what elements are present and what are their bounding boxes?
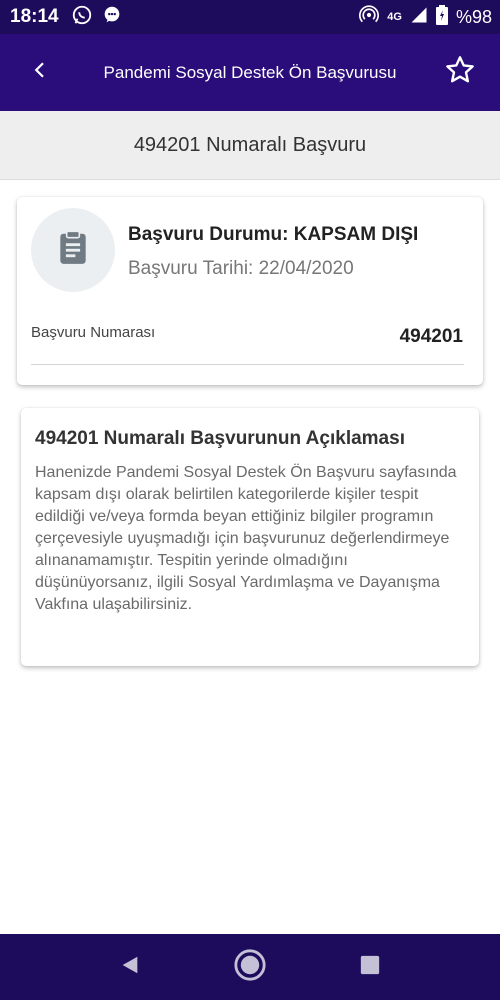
network-type: 4G (387, 11, 402, 23)
whatsapp-icon (71, 4, 93, 31)
triangle-back-icon (119, 954, 141, 981)
application-description-card: 494201 Numaralı Başvurunun Açıklaması Ha… (21, 408, 479, 666)
signal-icon (410, 6, 428, 29)
system-nav-bar (0, 934, 500, 1000)
application-date: Başvuru Tarihi: 22/04/2020 (128, 258, 354, 279)
battery-percent: %98 (455, 6, 492, 27)
application-number-label: Başvuru Numarası (31, 324, 156, 341)
status-bar: 18:14 4G %98 (0, 0, 500, 34)
nav-recents-button[interactable] (352, 949, 388, 985)
home-circle-icon (233, 948, 267, 987)
avatar (31, 208, 115, 292)
back-arrow-icon (31, 61, 49, 84)
divider (31, 364, 464, 365)
nav-back-button[interactable] (112, 949, 148, 985)
description-title: 494201 Numaralı Başvurunun Açıklaması (35, 428, 405, 449)
battery-icon (435, 4, 448, 30)
favorite-button[interactable] (420, 54, 500, 91)
app-bar: Pandemi Sosyal Destek Ön Başvurusu (0, 34, 500, 111)
nav-home-button[interactable] (232, 948, 268, 987)
status-time: 18:14 (10, 6, 59, 27)
chat-icon (101, 4, 123, 31)
application-summary-card: Başvuru Durumu: KAPSAM DIŞI Başvuru Tari… (17, 197, 483, 385)
back-button[interactable] (0, 61, 80, 84)
hotspot-icon (359, 4, 380, 30)
application-number-value: 494201 (399, 326, 463, 347)
app-bar-title: Pandemi Sosyal Destek Ön Başvurusu (103, 62, 397, 82)
application-header: 494201 Numaralı Başvuru (0, 111, 500, 180)
application-status: Başvuru Durumu: KAPSAM DIŞI (128, 224, 419, 245)
star-icon (444, 54, 476, 91)
description-text: Hanenizde Pandemi Sosyal Destek Ön Başvu… (35, 464, 457, 613)
clipboard-icon (54, 229, 92, 272)
square-recents-icon (359, 954, 381, 981)
